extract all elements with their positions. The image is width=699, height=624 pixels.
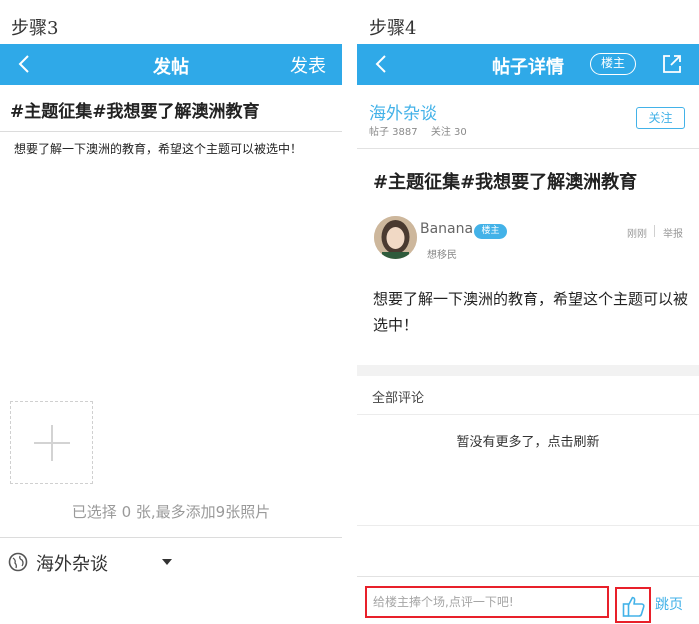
compose-topbar: 发帖 发表 (0, 44, 342, 85)
board-follow-count: 关注 30 (430, 127, 467, 138)
jump-page-button[interactable]: 跳页 (655, 594, 683, 614)
owner-badge: 楼主 (474, 224, 507, 239)
avatar[interactable] (374, 216, 417, 259)
board-stats: 帖子 3887 关注 30 (369, 123, 477, 138)
owner-only-toggle[interactable]: 楼主 (590, 53, 636, 75)
divider (357, 414, 699, 415)
publish-button[interactable]: 发表 (290, 52, 326, 78)
step-label: 步骤3 (11, 18, 59, 39)
post-body-input[interactable]: 想要了解一下澳洲的教育，希望这个主题可以被选中！ (14, 140, 334, 157)
step-label: 步骤4 (369, 18, 417, 39)
step4-detail-panel: 步骤4 帖子详情 楼主 海外杂谈 帖子 3887 关注 30 关注 #主题征集#… (357, 0, 699, 624)
section-gap (357, 365, 699, 376)
comments-header: 全部评论 (372, 391, 425, 406)
post-content: 想要了解一下澳洲的教育，希望这个主题可以被选中！ (373, 290, 689, 334)
board-label: 海外杂谈 (36, 554, 108, 575)
divider (357, 525, 699, 526)
detail-topbar: 帖子详情 楼主 (357, 44, 699, 85)
board-selector[interactable]: 海外杂谈 (8, 548, 188, 578)
caret-down-icon (162, 559, 172, 565)
page-title: 帖子详情 (492, 57, 564, 78)
photo-count-hint: 已选择 0 张,最多添加9张照片 (71, 503, 271, 521)
avatar-image (374, 216, 417, 259)
author-name[interactable]: Banana (420, 221, 473, 237)
refresh-comments-link[interactable]: 暂没有更多了，点击刷新 (357, 431, 699, 450)
author-tag: 想移民 (427, 250, 457, 261)
post-title-input[interactable]: #主题征集#我想要了解澳洲教育 (0, 85, 342, 132)
board-header: 海外杂谈 帖子 3887 关注 30 关注 (357, 85, 699, 149)
step3-compose-panel: 步骤3 发帖 发表 #主题征集#我想要了解澳洲教育 想要了解一下澳洲的教育，希望… (0, 0, 342, 624)
comment-input[interactable] (365, 586, 609, 618)
globe-icon (8, 552, 28, 572)
divider (0, 537, 342, 538)
report-link[interactable]: 举报 (663, 225, 683, 240)
thumbs-up-icon (622, 596, 645, 617)
comment-bar: 跳页 (357, 576, 699, 624)
add-photo-button[interactable] (10, 401, 93, 484)
divider (654, 225, 655, 237)
share-icon[interactable] (661, 53, 683, 75)
like-button[interactable] (615, 587, 651, 623)
board-post-count: 帖子 3887 (369, 127, 418, 138)
post-time: 刚刚 (627, 229, 647, 240)
post-title: #主题征集#我想要了解澳洲教育 (373, 172, 638, 193)
plus-icon (34, 425, 70, 461)
follow-button[interactable]: 关注 (636, 107, 685, 129)
board-name[interactable]: 海外杂谈 (369, 99, 437, 124)
